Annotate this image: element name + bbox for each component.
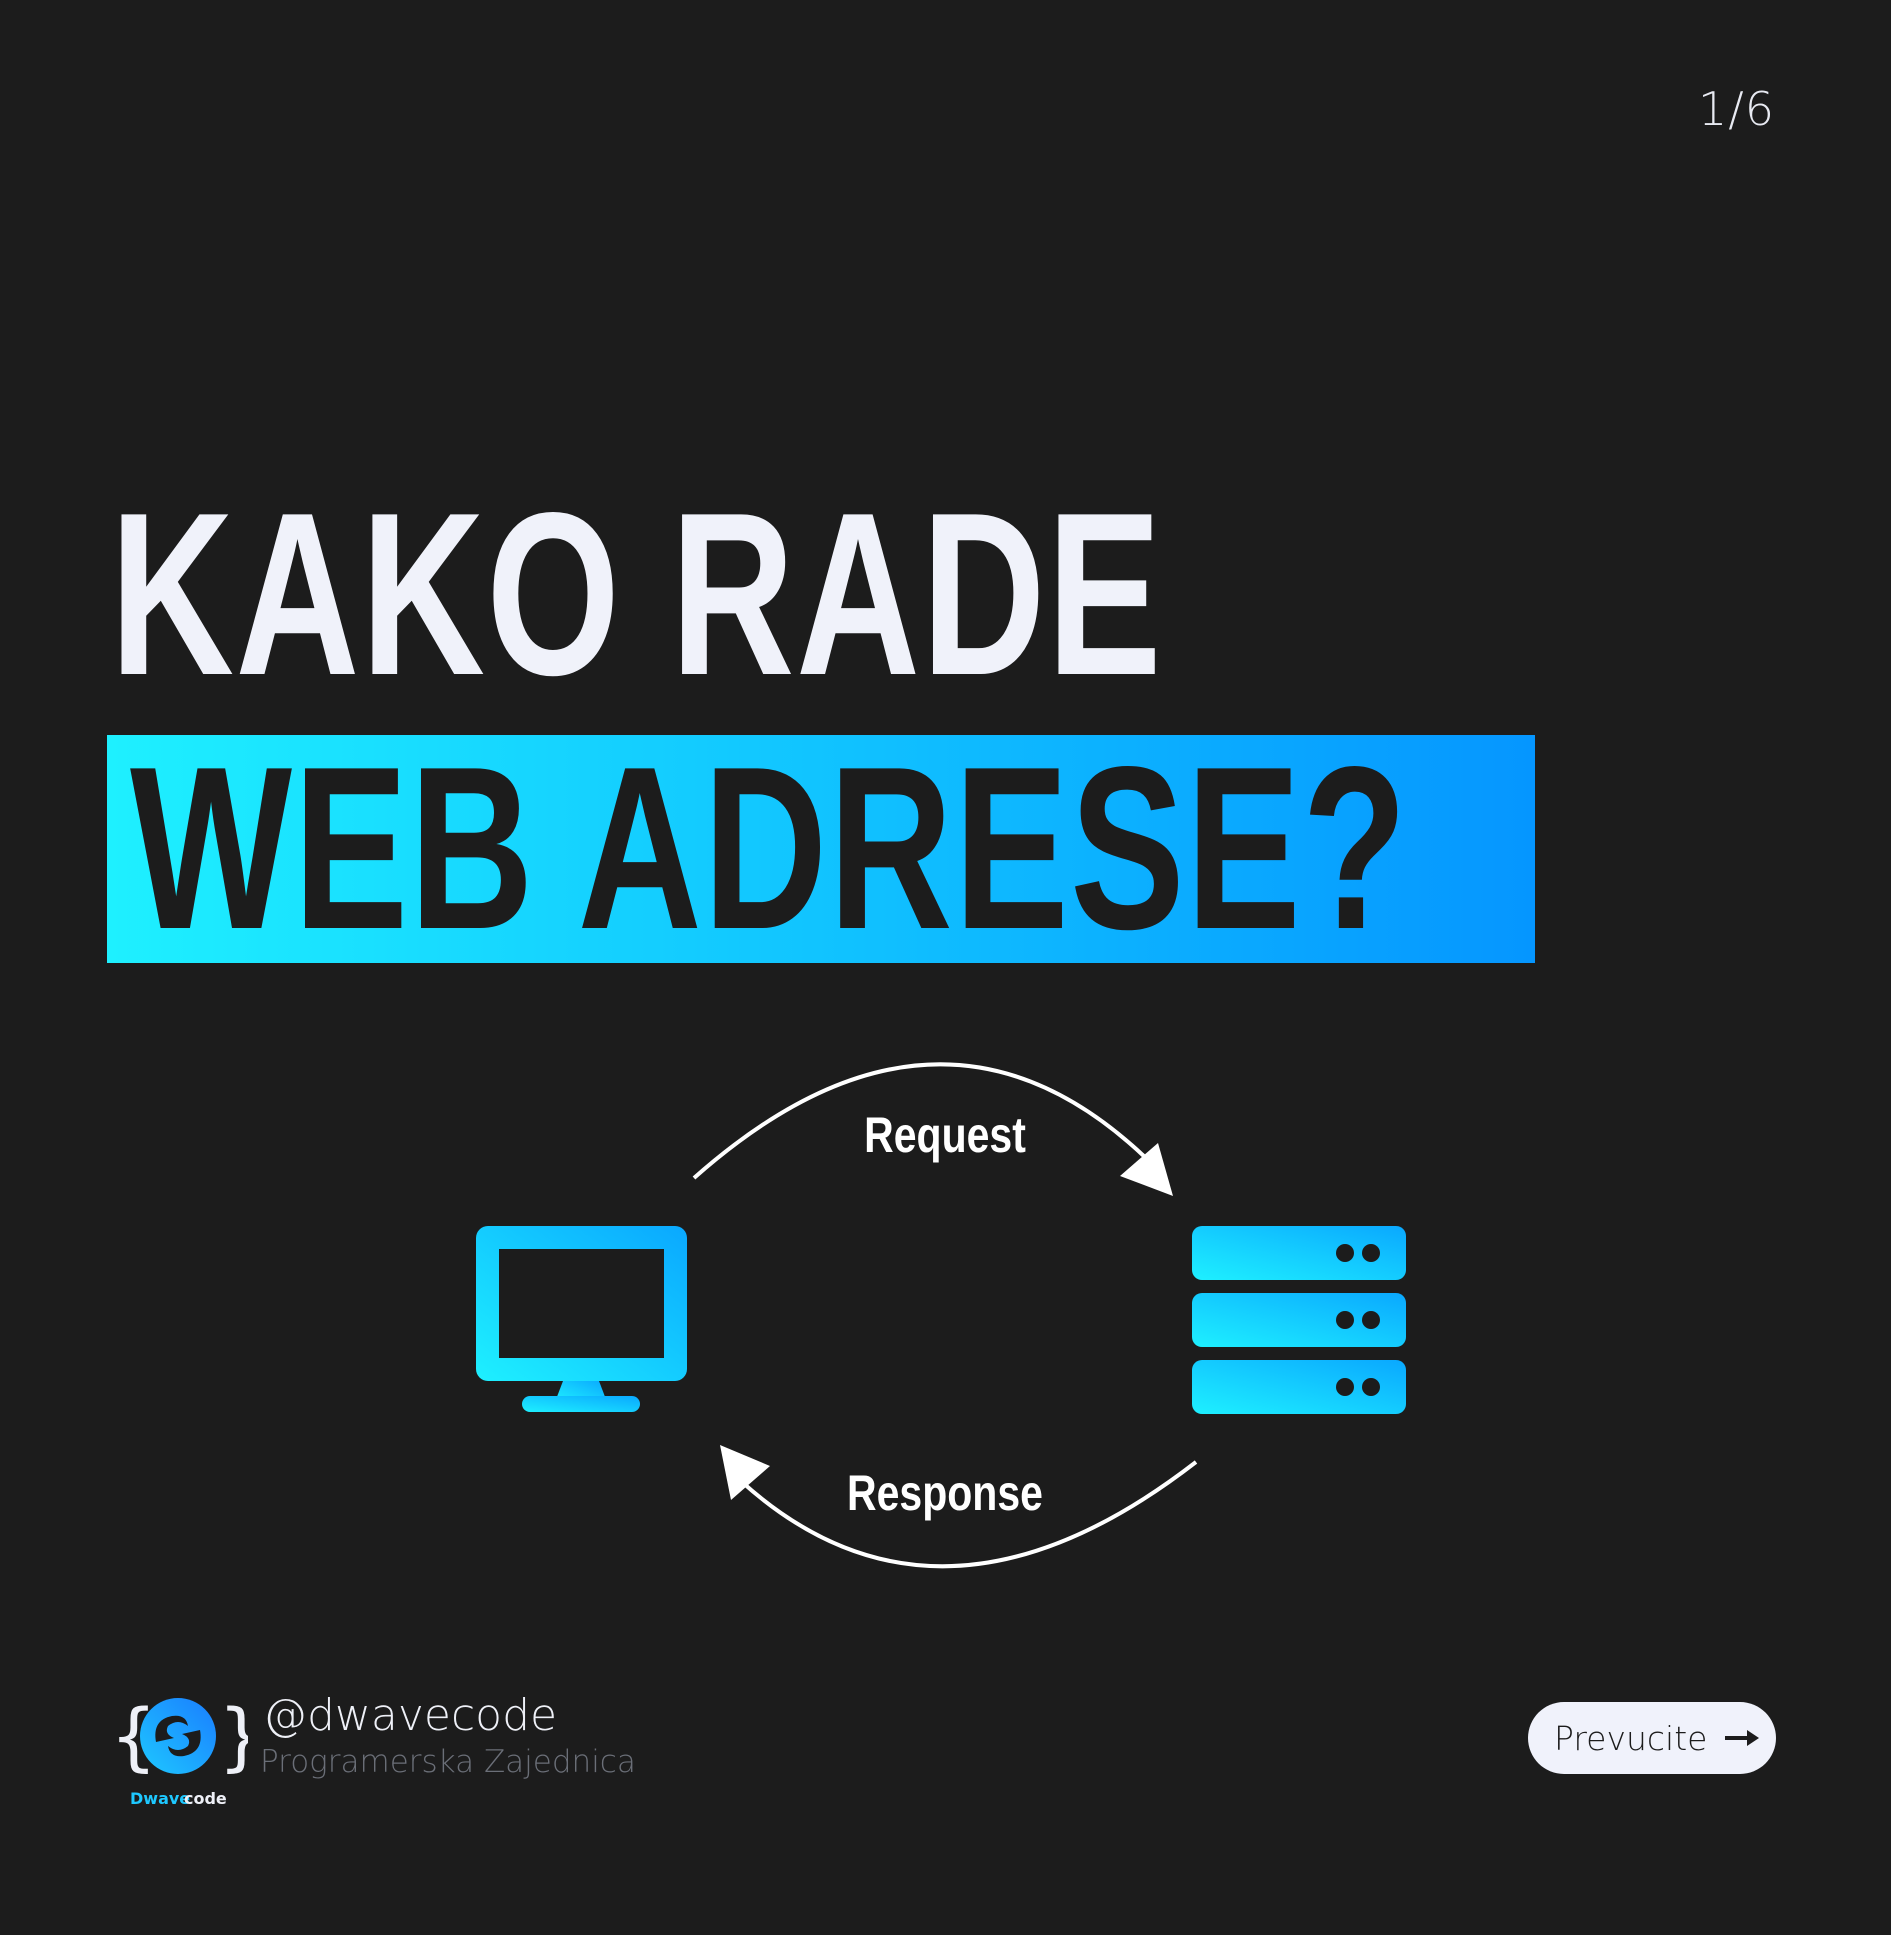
arrow-right-icon	[1725, 1730, 1760, 1746]
logo-text-part1: Dwave	[130, 1789, 190, 1808]
dwavecode-logo: { } Dwave code	[110, 1694, 248, 1808]
brand-tagline: Programerska Zajednica	[260, 1744, 636, 1780]
swipe-button-label: Prevucite	[1554, 1718, 1708, 1758]
response-label: Response	[847, 1465, 1043, 1521]
request-label: Request	[864, 1107, 1026, 1163]
logo-text-part2: code	[184, 1789, 227, 1808]
server-stack-icon	[1192, 1226, 1406, 1414]
brand-handle[interactable]: @dwavecode	[263, 1690, 557, 1741]
request-response-diagram: Request Response	[476, 1062, 1406, 1569]
brand-block: { } Dwave code @dwavecode Programerska Z…	[108, 1690, 708, 1810]
svg-text:}: }	[218, 1694, 248, 1780]
monitor-icon	[476, 1226, 687, 1412]
swipe-button[interactable]: Prevucite	[1528, 1702, 1776, 1774]
